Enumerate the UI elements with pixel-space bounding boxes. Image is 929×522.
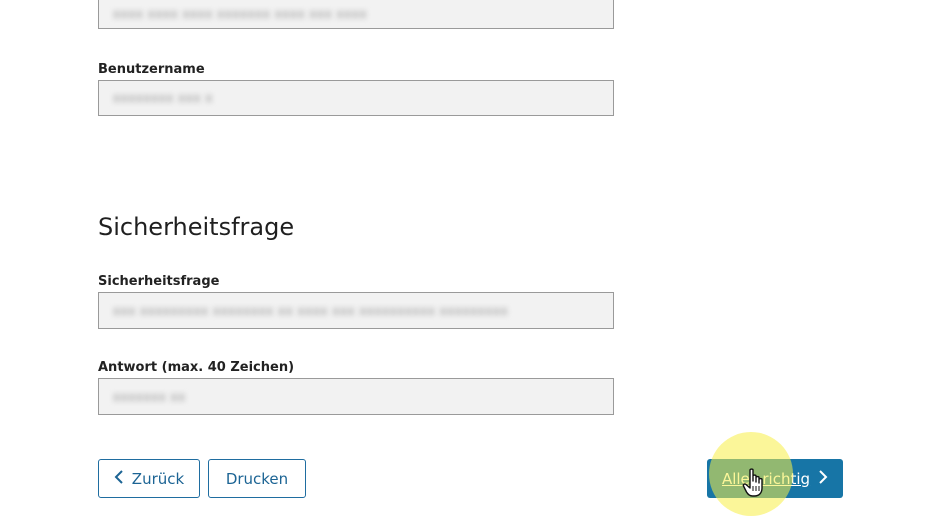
username-value: xxxxxxxx xxx x — [113, 91, 213, 105]
answer-value: xxxxxxx xx — [113, 389, 186, 404]
back-button[interactable]: Zurück — [98, 459, 200, 498]
confirm-button-label: Alles richtig — [721, 469, 811, 488]
chevron-left-icon — [114, 470, 124, 487]
chevron-right-icon — [818, 470, 828, 487]
username-field[interactable]: xxxxxxxx xxx x — [98, 80, 614, 116]
answer-field[interactable]: xxxxxxx xx — [98, 378, 614, 415]
security-question-value: xxx xxxxxxxxx xxxxxxxx xx xxxx xxx xxxxx… — [113, 303, 509, 318]
security-question-label: Sicherheitsfrage — [98, 274, 220, 289]
answer-label: Antwort (max. 40 Zeichen) — [98, 360, 295, 375]
back-button-label: Zurück — [131, 469, 185, 488]
print-button-label: Drucken — [225, 469, 289, 488]
confirm-button[interactable]: Alles richtig — [707, 459, 843, 498]
username-label: Benutzername — [98, 62, 205, 77]
print-button[interactable]: Drucken — [208, 459, 306, 498]
security-question-field[interactable]: xxx xxxxxxxxx xxxxxxxx xx xxxx xxx xxxxx… — [98, 292, 614, 329]
section-title-security-question: Sicherheitsfrage — [98, 213, 295, 241]
top-field-value: xxxx xxxx xxxx xxxxxxx xxxx xxx xxxx — [113, 6, 367, 21]
top-field[interactable]: xxxx xxxx xxxx xxxxxxx xxxx xxx xxxx — [98, 0, 614, 29]
